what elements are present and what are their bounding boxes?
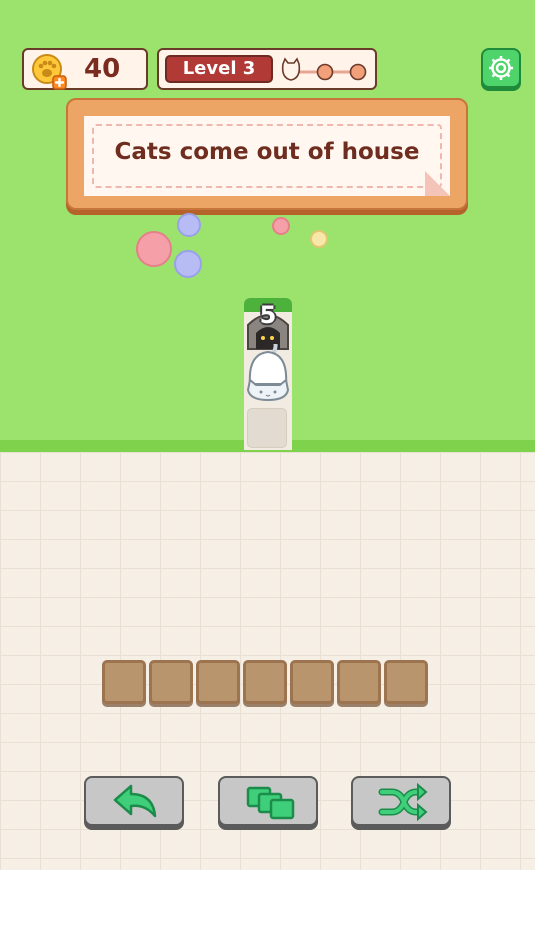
tray-slot: [243, 660, 287, 704]
paper-fold-corner: [425, 171, 450, 196]
tutorial-paper: Cats come out of house: [84, 116, 450, 196]
cat-head-progress-icon: [281, 57, 301, 81]
settings-button[interactable]: [481, 48, 521, 88]
tray-slot: [384, 660, 428, 704]
paw-coin-plus-icon[interactable]: [32, 54, 68, 90]
yarn-ball-blue: [177, 213, 201, 237]
undo-arrow-icon: [113, 784, 157, 818]
stack-tiles-button[interactable]: [218, 776, 318, 826]
white-cat-piece-icon[interactable]: [244, 344, 292, 404]
gear-icon: [489, 56, 513, 80]
yarn-ball-pink-small: [272, 217, 290, 235]
tray-slot: [290, 660, 334, 704]
shuffle-button[interactable]: [351, 776, 451, 826]
empty-path-tile: [247, 408, 287, 448]
house-cat-count: 5: [259, 301, 277, 329]
yarn-ball-blue: [174, 250, 202, 278]
shuffle-icon: [378, 782, 428, 822]
level-label: Level 3: [165, 55, 273, 83]
tutorial-message: Cats come out of house: [114, 139, 420, 165]
tray-slot: [102, 660, 146, 704]
coin-count: 40: [84, 54, 121, 84]
stacked-tiles-icon: [246, 786, 295, 820]
coin-counter[interactable]: 40: [22, 48, 148, 90]
cat-slot-tray: [102, 660, 434, 706]
tutorial-banner: Cats come out of house: [66, 98, 468, 210]
progress-node-icon: [349, 63, 367, 81]
yarn-ball-yellow: [310, 230, 328, 248]
tray-slot: [149, 660, 193, 704]
level-progress-track: [281, 57, 367, 81]
yarn-ball-pink-large: [136, 231, 172, 267]
undo-button[interactable]: [84, 776, 184, 826]
tray-slot: [337, 660, 381, 704]
level-indicator: Level 3: [157, 48, 377, 90]
tray-slot: [196, 660, 240, 704]
progress-node-icon: [316, 63, 334, 81]
